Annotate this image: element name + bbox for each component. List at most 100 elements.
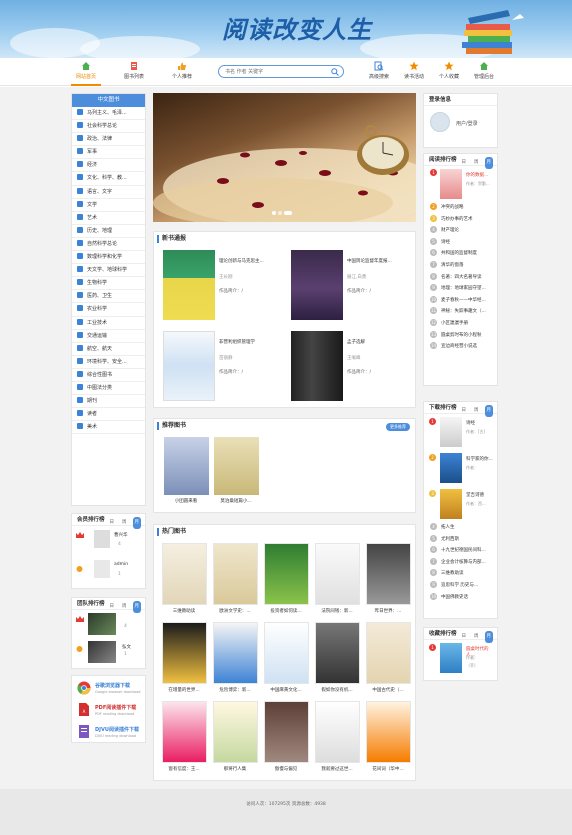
team-rank-row[interactable]: 4 [72, 610, 145, 638]
rank-top-item[interactable]: 1 诗经 作者：[古] [424, 414, 497, 450]
category-item[interactable]: 读者 [72, 408, 145, 422]
book-item[interactable]: 昨日世界：... [364, 543, 412, 619]
category-item[interactable]: 交通运输 [72, 330, 145, 343]
category-item[interactable]: 医药、卫生 [72, 290, 145, 304]
rank-item[interactable]: 13 圆桌剪时布的小程秋 [424, 330, 497, 342]
category-item[interactable]: 航空、航天 [72, 343, 145, 356]
book-item[interactable]: 花间词（华中... [364, 701, 412, 777]
category-item[interactable]: 自然科学总论 [72, 238, 145, 252]
member-rank-row[interactable]: admin 1 [72, 556, 145, 586]
rank-item[interactable]: 7 清华的窗落 [424, 260, 497, 272]
category-item[interactable]: 文化、科学、教... [72, 172, 145, 186]
nav-reading-activity[interactable]: 读书活动 [397, 61, 431, 80]
rank-item[interactable]: 10 麦子春秋——中华经... [424, 295, 497, 307]
nav-label: 网站首页 [75, 74, 96, 80]
category-item[interactable]: 历史、地理 [72, 225, 145, 238]
more-recommend-button[interactable]: 更多推荐 [386, 423, 410, 431]
category-item[interactable]: 政治、法律 [72, 133, 145, 147]
member-rank-row[interactable]: 曹兴华 4 [72, 526, 145, 556]
category-item[interactable]: 综合性图书 [72, 369, 145, 382]
category-item[interactable]: 环境科学、安全... [72, 356, 145, 369]
nav-book-list[interactable]: 图书列表 [117, 61, 151, 80]
book-caption: 中国麻黄文化... [270, 688, 302, 693]
book-card[interactable]: 理论创新与马克思主... 王长刚 作品简介：/ [159, 248, 282, 322]
rank-item[interactable]: 5 诗经 [424, 237, 497, 249]
hero-carousel[interactable] [153, 93, 416, 222]
carousel-dot[interactable] [272, 211, 276, 215]
book-item[interactable]: 危险博弈：新... [211, 622, 259, 698]
book-title: 你的数据... [466, 173, 489, 178]
rank-item[interactable]: 5 尤利西斯 [424, 534, 497, 546]
rank-item[interactable]: 9 地理：地球家园守望... [424, 283, 497, 295]
rank-item[interactable]: 9 追思科学 历史与... [424, 580, 497, 592]
category-item[interactable]: 天文学、地球科学 [72, 264, 145, 278]
rank-item[interactable]: 11 神秘：失踪事趣文（... [424, 306, 497, 318]
book-item[interactable]: 傲慢与偏见 [262, 701, 310, 777]
rank-item[interactable]: 10 中国佛教史话 [424, 592, 497, 604]
book-item[interactable]: 那将行人集 [211, 701, 259, 777]
rank-item[interactable]: 14 宣边商经营小说选 [424, 341, 497, 353]
category-item[interactable]: 生物科学 [72, 277, 145, 291]
book-item[interactable]: 中国麻黄文化... [262, 622, 310, 698]
chrome-download-link[interactable]: 谷歌浏览器下载 Google browser download [75, 678, 142, 700]
category-item[interactable]: 农业科学 [72, 303, 145, 317]
favorite-top-item[interactable]: 1 圆桌时代的人... 作者： （苹） [424, 640, 497, 678]
book-card[interactable]: 非营利组织管理学 苗丽静 作品简介：/ [159, 329, 282, 403]
rank-item[interactable]: 12 小区邋邋手册 [424, 318, 497, 330]
login-link[interactable]: 用户/登录 [456, 120, 478, 127]
book-item[interactable]: 小团圆来看 [162, 437, 210, 513]
team-count: 1 [124, 652, 127, 657]
rank-top-item[interactable]: 3 堂吉诃德 作者：西... [424, 486, 497, 522]
rank-item[interactable]: 8 三维教助读 [424, 568, 497, 580]
category-item[interactable]: 语言、文字 [72, 186, 145, 199]
nav-home[interactable]: 网站首页 [69, 61, 103, 86]
rank-top-item[interactable]: 2 科学家的你... 作者： [424, 450, 497, 486]
rank-item[interactable]: 4 拓人生 [424, 522, 497, 534]
book-item[interactable]: 莫泊桑短篇小... [212, 437, 260, 513]
book-item[interactable]: 法院间钱：新... [313, 543, 361, 619]
book-card[interactable]: 中国舆论监督年度报... 展江,白勇 作品简介：/ [287, 248, 410, 322]
nav-favorites[interactable]: 个人收藏 [432, 61, 466, 80]
login-area[interactable]: 用户/登录 [424, 106, 497, 146]
search-icon[interactable] [331, 68, 339, 76]
category-item[interactable]: 美术 [72, 421, 145, 435]
rank-item[interactable]: 6 共和国的监督制度 [424, 248, 497, 260]
pdf-download-link[interactable]: A PDF阅读插件下载 PDF reading download [75, 700, 142, 722]
book-item[interactable]: 欧洲文学史：... [211, 543, 259, 619]
rank-top-item[interactable]: 1 你的数据... 作者：贺勤... [424, 166, 497, 202]
book-item[interactable]: 窗有信度：王... [160, 701, 208, 777]
category-item[interactable]: 艺术 [72, 212, 145, 225]
book-item[interactable]: 在增量的世界... [160, 622, 208, 698]
book-item[interactable]: 三维教助读 [160, 543, 208, 619]
category-icon [77, 109, 83, 115]
search-input[interactable] [225, 66, 325, 77]
nav-recommend[interactable]: 个人推荐 [165, 61, 199, 80]
nav-admin[interactable]: 管理后台 [467, 61, 501, 80]
category-item[interactable]: 马列主义、毛泽... [72, 107, 145, 121]
book-card[interactable]: 孟子选解 王岷峰 作品简介：/ [287, 329, 410, 403]
rank-item[interactable]: 6 十九世纪德国民间科... [424, 545, 497, 557]
djvu-download-link[interactable]: DJVU阅读插件下载 DJVU reading download [75, 722, 142, 744]
header-banner: 阅读改变人生 [0, 0, 572, 58]
rank-item[interactable]: 8 名著：四大名著导读 [424, 272, 497, 284]
book-item[interactable]: 投资者如何读... [262, 543, 310, 619]
book-item[interactable]: 假如你没有机... [313, 622, 361, 698]
category-item[interactable]: 社会科学总论 [72, 120, 145, 134]
rank-item[interactable]: 3 巧妙办事的艺术 [424, 214, 497, 226]
category-item[interactable]: 数理科学和化学 [72, 251, 145, 265]
nav-advanced-search[interactable]: 高级搜索 [362, 61, 396, 80]
category-item[interactable]: 文学 [72, 199, 145, 212]
category-item[interactable]: 中图法分类 [72, 382, 145, 396]
category-item[interactable]: 经济 [72, 159, 145, 173]
team-rank-row[interactable]: 弘文 1 [72, 638, 145, 666]
category-item[interactable]: 期刊 [72, 395, 145, 409]
carousel-dot[interactable] [278, 211, 282, 215]
category-item[interactable]: 军事 [72, 146, 145, 160]
rank-item[interactable]: 4 财产理论 [424, 225, 497, 237]
book-item[interactable]: 中国古代史（... [364, 622, 412, 698]
rank-item[interactable]: 7 企业会计核算与内部... [424, 557, 497, 569]
book-item[interactable]: 我就要过这世... [313, 701, 361, 777]
rank-item[interactable]: 2 冲突的战略 [424, 202, 497, 214]
category-item[interactable]: 工业技术 [72, 317, 145, 330]
carousel-dot[interactable] [284, 211, 292, 215]
